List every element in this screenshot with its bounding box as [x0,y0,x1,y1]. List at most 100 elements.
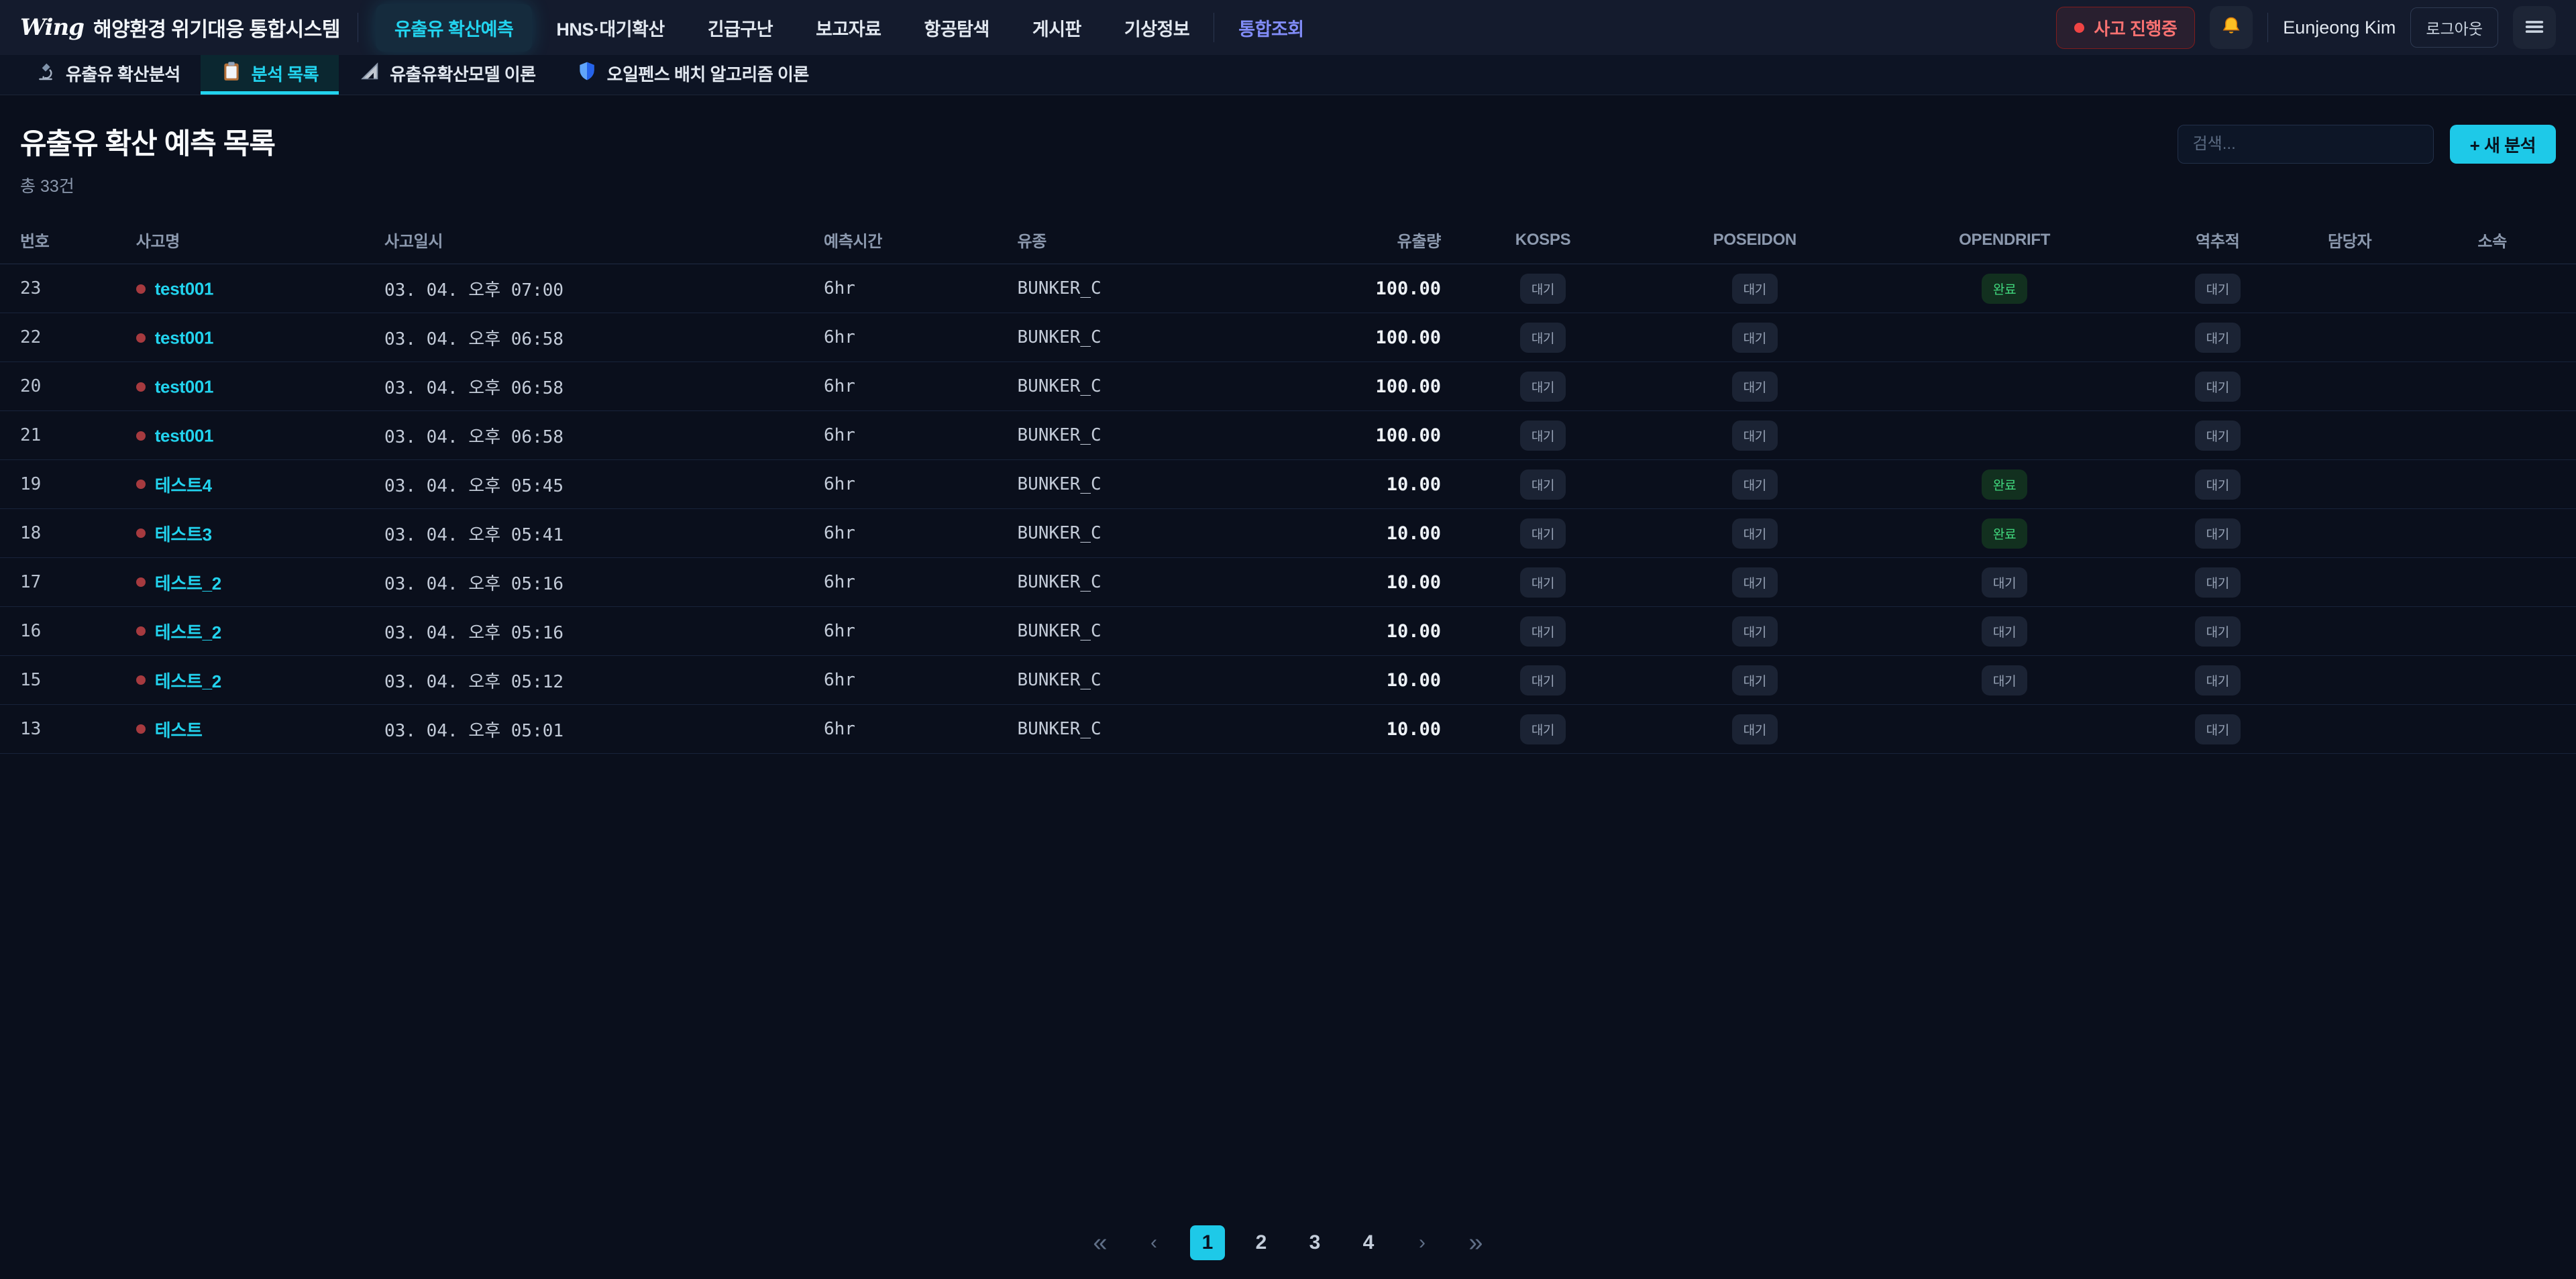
cell-kosps-status: 대기 [1441,411,1645,460]
nav-item-emergency-rescue[interactable]: 긴급구난 [689,4,792,52]
app-logo[interactable]: Wing 해양환경 위기대응 통합시스템 [20,13,340,42]
cell-incident-datetime: 03. 04. 오후 05:16 [384,607,824,656]
cell-organization [2408,558,2576,607]
incident-link[interactable]: test001 [155,278,214,298]
incident-status-dot-icon [136,284,146,294]
cell-kosps-status: 대기 [1441,705,1645,754]
cell-opendrift-status [1865,362,2145,411]
incident-link[interactable]: 테스트3 [155,524,212,545]
nav-item-hns-air-diffusion[interactable]: HNS·대기확산 [537,4,683,52]
tab-oil-spill-analysis[interactable]: 유출유 확산분석 [15,55,201,95]
cell-organization [2408,656,2576,705]
cell-number: 16 [0,607,136,656]
cell-organization [2408,411,2576,460]
table-row: 21test00103. 04. 오후 06:586hrBUNKER_C100.… [0,411,2576,460]
incident-status-dot-icon [136,724,146,734]
menu-button[interactable] [2513,6,2556,49]
previous-page-button[interactable]: ‹ [1136,1225,1171,1260]
clipboard-icon [221,60,242,87]
cell-oil-type: BUNKER_C [1017,411,1310,460]
cell-manager [2291,607,2408,656]
divider [2267,13,2268,42]
cell-oil-type: BUNKER_C [1017,558,1310,607]
table-row: 16테스트_203. 04. 오후 05:166hrBUNKER_C10.00대… [0,607,2576,656]
table-row: 15테스트_203. 04. 오후 05:126hrBUNKER_C10.00대… [0,656,2576,705]
next-page-button[interactable]: › [1405,1225,1440,1260]
incident-link[interactable]: test001 [155,327,214,347]
cell-backtrack-status: 대기 [2145,264,2291,313]
cell-oil-type: BUNKER_C [1017,607,1310,656]
cell-backtrack-status: 대기 [2145,705,2291,754]
incident-link[interactable]: test001 [155,425,214,445]
page-button-3[interactable]: 3 [1297,1225,1332,1260]
logout-button[interactable]: 로그아웃 [2410,7,2498,48]
last-page-button[interactable]: » [1458,1225,1493,1260]
table-row: 22test00103. 04. 오후 06:586hrBUNKER_C100.… [0,313,2576,362]
cell-poseidon-status: 대기 [1645,264,1864,313]
first-page-button[interactable]: « [1083,1225,1118,1260]
cell-incident-datetime: 03. 04. 오후 05:01 [384,705,824,754]
table-body: 23test00103. 04. 오후 07:006hrBUNKER_C100.… [0,264,2576,754]
cell-organization [2408,509,2576,558]
cell-opendrift-status: 대기 [1865,656,2145,705]
table-row: 13테스트03. 04. 오후 05:016hrBUNKER_C10.00대기대… [0,705,2576,754]
cell-prediction-duration: 6hr [824,509,1017,558]
cell-organization [2408,607,2576,656]
cell-number: 21 [0,411,136,460]
tab-oil-fence-algorithm-theory[interactable]: 오일펜스 배치 알고리즘 이론 [556,55,829,95]
incident-in-progress-badge[interactable]: 사고 진행중 [2056,7,2195,49]
cell-manager [2291,313,2408,362]
incident-link[interactable]: 테스트_2 [155,622,221,643]
tab-diffusion-model-theory[interactable]: 유출유확산모델 이론 [339,55,556,95]
col-organization: 소속 [2408,215,2576,264]
cell-poseidon-status: 대기 [1645,656,1864,705]
cell-number: 20 [0,362,136,411]
tab-analysis-list[interactable]: 분석 목록 [201,55,339,95]
col-oil-type: 유종 [1017,215,1310,264]
incident-link[interactable]: 테스트_2 [155,671,221,691]
incident-link[interactable]: test001 [155,376,214,396]
cell-manager [2291,656,2408,705]
cell-number: 17 [0,558,136,607]
status-badge: 대기 [1520,567,1566,598]
cell-incident-name: 테스트 [136,705,384,754]
table-row: 18테스트303. 04. 오후 05:416hrBUNKER_C10.00대기… [0,509,2576,558]
incident-in-progress-label: 사고 진행중 [2094,15,2177,40]
nav-item-aerial-search[interactable]: 항공탐색 [905,4,1008,52]
status-badge: 대기 [1520,518,1566,549]
nav-item-board[interactable]: 게시판 [1014,4,1100,52]
status-badge: 대기 [1982,665,2027,696]
cell-spill-amount: 10.00 [1310,558,1441,607]
cell-manager [2291,362,2408,411]
logo-wing-mark: Wing [20,14,84,41]
new-analysis-button[interactable]: + 새 분석 [2450,125,2556,164]
page-header: 유출유 확산 예측 목록 총 33건 + 새 분석 [0,95,2576,215]
incident-link[interactable]: 테스트 [155,720,203,740]
cell-poseidon-status: 대기 [1645,313,1864,362]
cell-spill-amount: 100.00 [1310,411,1441,460]
cell-poseidon-status: 대기 [1645,509,1864,558]
page-button-2[interactable]: 2 [1244,1225,1279,1260]
incident-link[interactable]: 테스트_2 [155,573,221,594]
cell-manager [2291,411,2408,460]
page-button-1[interactable]: 1 [1190,1225,1225,1260]
hamburger-icon [2523,15,2546,40]
nav-item-weather-info[interactable]: 기상정보 [1106,4,1208,52]
cell-prediction-duration: 6hr [824,362,1017,411]
status-badge: 대기 [1732,616,1778,647]
cell-oil-type: BUNKER_C [1017,460,1310,509]
nav-item-oil-spill-prediction[interactable]: 유출유 확산예측 [376,4,532,52]
search-input[interactable] [2178,125,2434,164]
page-title: 유출유 확산 예측 목록 [20,121,275,162]
status-badge: 대기 [1520,616,1566,647]
incident-link[interactable]: 테스트4 [155,476,212,496]
notification-bell-button[interactable] [2210,6,2253,49]
nav-item-reports[interactable]: 보고자료 [797,4,900,52]
cell-backtrack-status: 대기 [2145,362,2291,411]
nav-item-integrated-search[interactable]: 통합조회 [1220,4,1322,52]
cell-incident-name: test001 [136,411,384,460]
cell-incident-name: test001 [136,313,384,362]
cell-backtrack-status: 대기 [2145,460,2291,509]
page-button-4[interactable]: 4 [1351,1225,1386,1260]
cell-number: 19 [0,460,136,509]
